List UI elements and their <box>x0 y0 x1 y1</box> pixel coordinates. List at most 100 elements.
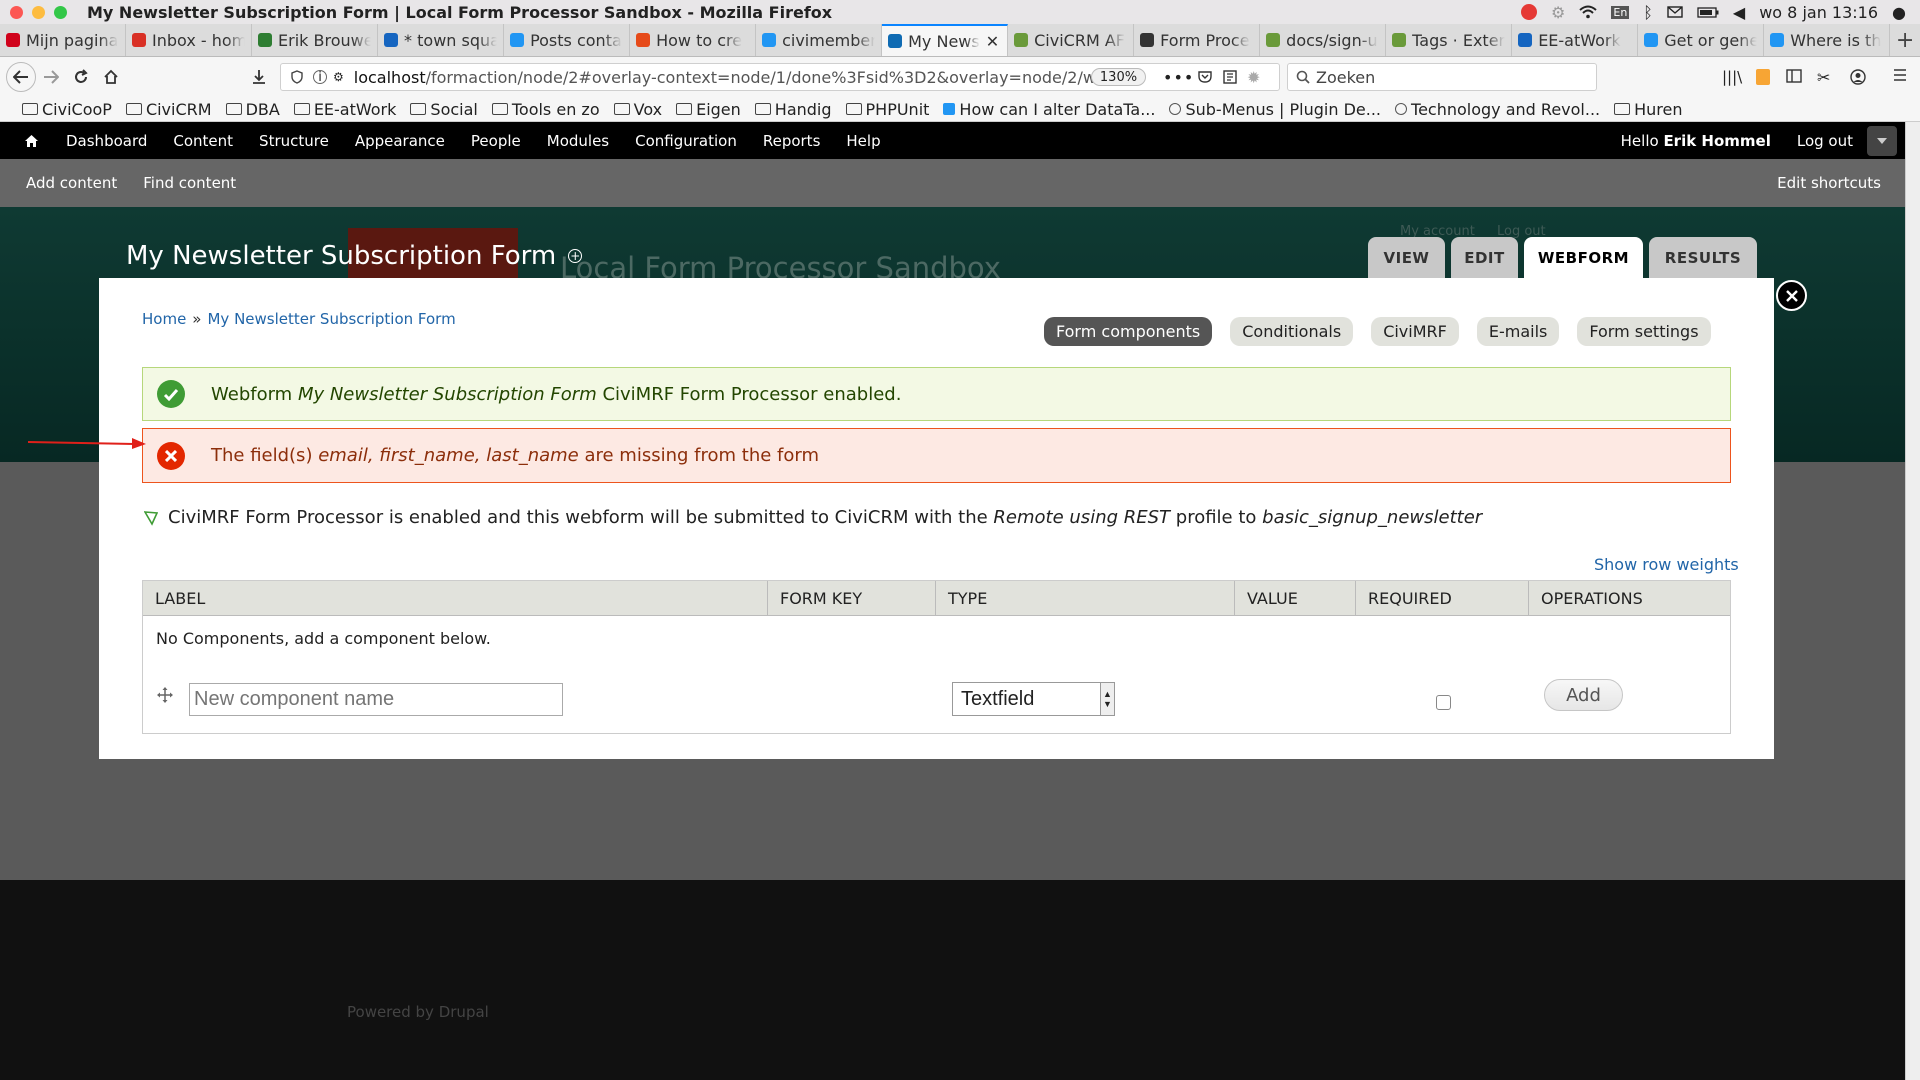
bluetooth-icon[interactable]: ᛒ <box>1643 3 1653 22</box>
bookmark-folder[interactable]: Vox <box>613 100 662 119</box>
bookmark-folder[interactable]: DBA <box>225 100 280 119</box>
search-bar[interactable]: Zoeken <box>1287 63 1597 91</box>
page-actions-icon[interactable]: ••• <box>1163 68 1194 87</box>
bookmark-folder[interactable]: CiviCRM <box>125 100 212 119</box>
account-icon[interactable] <box>1850 69 1866 85</box>
tab-edit[interactable]: EDIT <box>1451 237 1518 278</box>
extension-orange-icon[interactable] <box>1756 69 1770 85</box>
reload-button[interactable] <box>66 62 96 92</box>
shortcut-add-content[interactable]: Add content <box>0 174 127 192</box>
username[interactable]: Erik Hommel <box>1663 132 1770 150</box>
url-bar[interactable]: i ⚙ localhost /formaction/node/2#overlay… <box>280 63 1280 91</box>
screenshot-icon[interactable]: ✂ <box>1817 68 1830 87</box>
shield-icon[interactable] <box>291 70 303 84</box>
home-button[interactable] <box>96 62 126 92</box>
browser-tab[interactable]: docs/sign-u <box>1260 24 1387 56</box>
mail-icon[interactable] <box>1667 6 1683 18</box>
permissions-icon[interactable]: ⚙ <box>333 70 344 84</box>
tab-emails[interactable]: E-mails <box>1476 317 1560 346</box>
toolbar-modules[interactable]: Modules <box>534 132 622 150</box>
toolbar-content[interactable]: Content <box>160 132 246 150</box>
browser-tab[interactable]: civimember <box>756 24 883 56</box>
menu-icon[interactable] <box>1893 69 1907 81</box>
close-tab-icon[interactable]: ✕ <box>986 32 999 51</box>
tab-form-settings[interactable]: Form settings <box>1577 317 1711 346</box>
bookmark-folder[interactable]: Social <box>410 100 478 119</box>
drag-handle-icon[interactable] <box>157 687 173 703</box>
tab-civimrf[interactable]: CiviMRF <box>1371 317 1459 346</box>
add-component-button[interactable]: Add <box>1544 679 1623 711</box>
battery-icon[interactable] <box>1697 6 1719 18</box>
gear-icon[interactable]: ⚙ <box>1551 3 1565 22</box>
toolbar-help[interactable]: Help <box>833 132 893 150</box>
breadcrumb-home[interactable]: Home <box>142 310 186 328</box>
bookmark-folder[interactable]: PHPUnit <box>845 100 929 119</box>
browser-tab[interactable]: CiviCRM AF <box>1008 24 1135 56</box>
bookmark-link[interactable]: Technology and Revol... <box>1395 100 1600 119</box>
bookmark-folder[interactable]: Huren <box>1614 100 1683 119</box>
browser-tab[interactable]: Tags · Exter <box>1386 24 1513 56</box>
wifi-icon[interactable] <box>1579 5 1598 19</box>
bookmark-link[interactable]: Sub-Menus | Plugin De... <box>1169 100 1381 119</box>
volume-icon[interactable]: ◀ <box>1733 3 1745 22</box>
sidebar-icon[interactable] <box>1786 69 1802 83</box>
browser-tab[interactable]: Inbox - hom <box>126 24 253 56</box>
bookmark-folder[interactable]: EE-atWork <box>293 100 396 119</box>
bookmark-folder[interactable]: CiviCooP <box>22 100 112 119</box>
bookmark-folder[interactable]: Eigen <box>676 100 741 119</box>
new-component-name-input[interactable] <box>189 683 563 716</box>
toolbar-home-link[interactable] <box>0 134 53 148</box>
toolbar-configuration[interactable]: Configuration <box>622 132 750 150</box>
forward-button[interactable] <box>36 62 66 92</box>
maximize-window-button[interactable] <box>54 5 67 19</box>
breadcrumb-form[interactable]: My Newsletter Subscription Form <box>207 310 455 328</box>
apple-icon[interactable]: ● <box>1892 3 1906 22</box>
edit-shortcuts-link[interactable]: Edit shortcuts <box>1777 174 1881 192</box>
tab-form-components[interactable]: Form components <box>1044 317 1213 346</box>
browser-tab[interactable]: Erik Brouwe <box>252 24 379 56</box>
browser-tab[interactable]: How to cre <box>630 24 757 56</box>
shortcuts-toggle-button[interactable] <box>1867 125 1897 156</box>
add-shortcut-icon[interactable]: + <box>568 249 583 263</box>
show-row-weights-link[interactable]: Show row weights <box>1594 555 1739 574</box>
browser-tab-active[interactable]: My News ✕ <box>882 24 1009 56</box>
shortcut-find-content[interactable]: Find content <box>127 174 246 192</box>
browser-tab[interactable]: Posts conta <box>504 24 631 56</box>
info-icon[interactable]: i <box>313 70 327 85</box>
input-source-indicator[interactable]: En <box>1611 5 1630 19</box>
logout-link[interactable]: Log out <box>1797 132 1853 150</box>
minimize-window-button[interactable] <box>32 5 45 19</box>
browser-tab[interactable]: Form Proce <box>1134 24 1261 56</box>
bookmark-link[interactable]: How can I alter DataTa... <box>943 100 1155 119</box>
toolbar-reports[interactable]: Reports <box>750 132 834 150</box>
browser-tab[interactable]: Get or gene <box>1638 24 1765 56</box>
browser-tab[interactable]: Where is th <box>1764 24 1891 56</box>
library-icon[interactable]: |||\ <box>1722 68 1742 86</box>
toolbar-dashboard[interactable]: Dashboard <box>53 132 160 150</box>
clock[interactable]: wo 8 jan 13:16 <box>1759 3 1878 22</box>
new-tab-button[interactable]: + <box>1890 24 1920 56</box>
pocket-icon[interactable] <box>1198 70 1212 84</box>
page-scrollbar[interactable] <box>1905 122 1920 1080</box>
bookmark-folder[interactable]: Tools en zo <box>491 100 600 119</box>
downloads-button[interactable] <box>244 62 274 92</box>
toolbar-appearance[interactable]: Appearance <box>342 132 458 150</box>
toolbar-people[interactable]: People <box>458 132 534 150</box>
toolbar-structure[interactable]: Structure <box>246 132 342 150</box>
browser-tab[interactable]: EE-atWork <box>1512 24 1639 56</box>
browser-tab[interactable]: * town squa <box>378 24 505 56</box>
notification-icon[interactable] <box>1521 4 1538 20</box>
browser-tab[interactable]: Mijn pagina <box>0 24 127 56</box>
tab-conditionals[interactable]: Conditionals <box>1230 317 1354 346</box>
overlay-close-button[interactable] <box>1776 280 1807 311</box>
zoom-indicator[interactable]: 130% <box>1091 68 1146 86</box>
back-button[interactable] <box>6 62 36 92</box>
tab-webform[interactable]: WEBFORM <box>1524 237 1643 278</box>
component-type-select[interactable]: Textfield ▲ ▼ <box>952 682 1115 716</box>
bookmark-folder[interactable]: Handig <box>754 100 832 119</box>
tab-results[interactable]: RESULTS <box>1649 237 1757 278</box>
close-window-button[interactable] <box>10 5 23 19</box>
extension-icon[interactable]: ✹ <box>1247 68 1260 87</box>
drupal-link[interactable]: Drupal <box>439 1003 489 1021</box>
reader-view-icon[interactable] <box>1223 70 1237 84</box>
